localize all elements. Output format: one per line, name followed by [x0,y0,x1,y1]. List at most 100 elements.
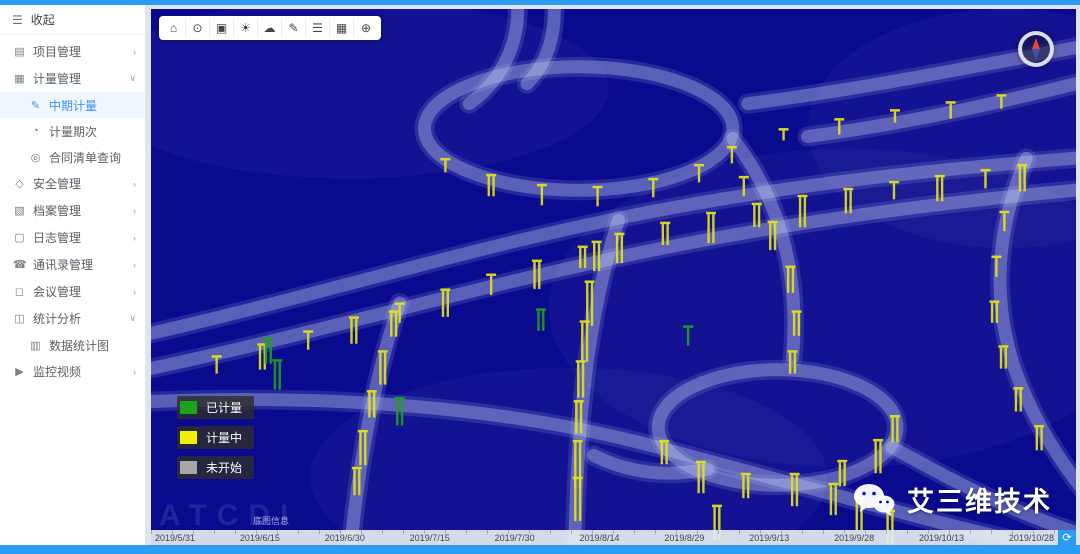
compass-needle-north [1032,38,1040,49]
compass-needle-south [1032,49,1040,60]
data-stats-chart-icon: ▥ [30,339,41,352]
timeline-dates: 2019/5/31 2019/6/15 2019/6/30 2019/7/15 2019… [151,530,1058,545]
sidebar-item-label: 计量期次 [49,124,98,139]
sidebar-menu: ▤ 项目管理 › ▦ 计量管理 ∨ ✎ 中期计量 ◔ 计量期次 ◎ 合同清单查询 ◇ 安全管理 › ▧ 档案管理… [0,35,145,545]
interim-measure-icon: ✎ [30,99,41,112]
grid-icon[interactable]: ▦ [330,18,354,38]
legend-row: 已计量 [177,396,255,419]
pier-measuring [778,128,789,141]
globe-icon[interactable]: ⊕ [354,18,378,38]
compass-widget[interactable] [1018,31,1054,67]
sidebar-collapse-button[interactable]: ☰ 收起 [0,5,145,35]
timeline-date: 2019/9/28 [834,532,875,543]
chevron-right-icon: › [133,178,136,189]
sun-icon[interactable]: ☀ [234,18,258,38]
top-accent-strip [0,0,1080,5]
sidebar-item-contacts-mgmt[interactable]: ☎ 通讯录管理 › [0,251,145,278]
map-info-label: 底图信息 [253,516,290,526]
sidebar-item-video-monitor[interactable]: ▶ 监控视频 › [0,358,145,385]
stats-analysis-icon: ◫ [14,313,25,325]
timeline-date: 2019/5/31 [155,532,196,543]
pier-measured [535,308,546,331]
image-icon[interactable]: ▣ [210,18,234,38]
viewport: ⌂⊙▣☀☁✎☰▦⊕ 已计量计量中未开始 ATCDI 底图信息 [151,9,1076,545]
eye-icon[interactable]: ⊙ [186,18,210,38]
cloud-icon[interactable]: ☁ [258,18,282,38]
sidebar-item-label: 档案管理 [33,204,82,218]
sidebar-item-label: 中期计量 [49,98,98,113]
sidebar-item-label: 项目管理 [33,45,82,59]
map-toolbar: ⌂ ⊙ ▣ ☀ ☁ ✎ ☰ ▦ ⊕ [159,16,381,40]
timeline-date: 2019/9/13 [749,532,790,543]
sidebar-item-project-mgmt[interactable]: ▤ 项目管理 › [0,38,145,65]
project-mgmt-icon: ▤ [14,46,25,58]
sidebar-item-data-stats-chart[interactable]: ▥ 数据统计图 [0,332,145,358]
main-content: ☰ 收起 ▤ 项目管理 › ▦ 计量管理 ∨ ✎ 中期计量 ◔ 计量期次 ◎ 合同清单查询 ◇ 安全管理 ›… [0,5,1080,545]
timeline-date: 2019/8/14 [579,532,620,543]
legend-row: 未开始 [177,456,255,479]
legend-row: 计量中 [177,426,255,449]
sidebar-item-archive-mgmt[interactable]: ▧ 档案管理 › [0,197,145,224]
sidebar-item-measure-mgmt[interactable]: ▦ 计量管理 ∨ [0,65,145,92]
chevron-right-icon: › [133,259,136,270]
sidebar-item-label: 安全管理 [33,177,82,191]
sidebar-item-label: 会议管理 [33,285,82,299]
chevron-right-icon: › [133,205,136,216]
timeline-date: 2019/7/30 [494,532,535,543]
hamburger-icon: ☰ [12,12,23,27]
sidebar-item-label: 通讯录管理 [33,258,94,272]
home-icon[interactable]: ⌂ [162,18,186,38]
sidebar-item-label: 数据统计图 [49,338,110,353]
chevron-down-icon: ∨ [129,73,136,83]
wechat-icon [854,483,895,516]
sidebar-item-label: 监控视频 [33,365,82,379]
pier-measured [272,359,283,390]
chevron-right-icon: › [133,286,136,297]
archive-mgmt-icon: ▧ [14,205,25,217]
sidebar-item-label: 合同清单查询 [49,150,122,165]
legend-swatch [180,461,197,474]
brand-watermark: 艾三维技术 [853,480,1052,519]
contacts-mgmt-icon: ☎ [13,259,27,271]
video-monitor-icon: ▶ [15,366,24,378]
legend-swatch [180,431,197,444]
timeline-date: 2019/7/15 [409,532,450,543]
bottom-accent-strip [0,545,1080,554]
sidebar-item-contract-query[interactable]: ◎ 合同清单查询 [0,144,145,170]
timeline-refresh-button[interactable]: ⟳ [1058,530,1076,545]
legend-label: 已计量 [206,401,243,415]
chevron-right-icon: › [133,366,136,377]
brand-text: 艾三维技术 [907,487,1052,517]
legend-label: 计量中 [206,431,243,445]
sidebar-item-label: 日志管理 [33,231,82,245]
contract-query-icon: ◎ [30,151,41,164]
sidebar-item-meeting-mgmt[interactable]: ◻ 会议管理 › [0,278,145,305]
map-3d-view[interactable] [151,9,1076,545]
sidebar-item-log-mgmt[interactable]: ▢ 日志管理 › [0,224,145,251]
collapse-label: 收起 [30,13,55,27]
legend-label: 未开始 [206,461,243,475]
timeline-date: 2019/10/13 [919,532,965,543]
chevron-right-icon: › [133,232,136,243]
sidebar-item-label: 计量管理 [33,72,82,86]
sidebar-item-interim-measure[interactable]: ✎ 中期计量 [0,92,145,118]
safety-mgmt-icon: ◇ [15,178,24,190]
meeting-mgmt-icon: ◻ [14,286,25,298]
status-legend: 已计量 计量中 未开始 [177,396,255,479]
log-mgmt-icon: ▢ [14,232,25,244]
chevron-down-icon: ∨ [129,313,136,323]
app-window: ☰ 收起 ▤ 项目管理 › ▦ 计量管理 ∨ ✎ 中期计量 ◔ 计量期次 ◎ 合同清单查询 ◇ 安全管理 ›… [0,0,1080,554]
sidebar-item-safety-mgmt[interactable]: ◇ 安全管理 › [0,170,145,197]
timeline-date: 2019/6/15 [239,532,280,543]
timeline-bar[interactable]: 2019/5/31 2019/6/15 2019/6/30 2019/7/15 2019… [151,530,1076,545]
measure-mgmt-icon: ▦ [14,73,25,85]
sidebar-item-measure-period[interactable]: ◔ 计量期次 [0,118,145,144]
timeline-date: 2019/8/29 [664,532,705,543]
list-icon[interactable]: ☰ [306,18,330,38]
sidebar-item-label: 统计分析 [33,312,82,326]
sidebar-item-stats-analysis[interactable]: ◫ 统计分析 ∨ [0,305,145,332]
sidebar: ☰ 收起 ▤ 项目管理 › ▦ 计量管理 ∨ ✎ 中期计量 ◔ 计量期次 ◎ 合同清单查询 ◇ 安全管理 ›… [0,5,146,545]
measure-icon[interactable]: ✎ [282,18,306,38]
timeline-date: 2019/6/30 [324,532,365,543]
chevron-right-icon: › [133,46,136,57]
